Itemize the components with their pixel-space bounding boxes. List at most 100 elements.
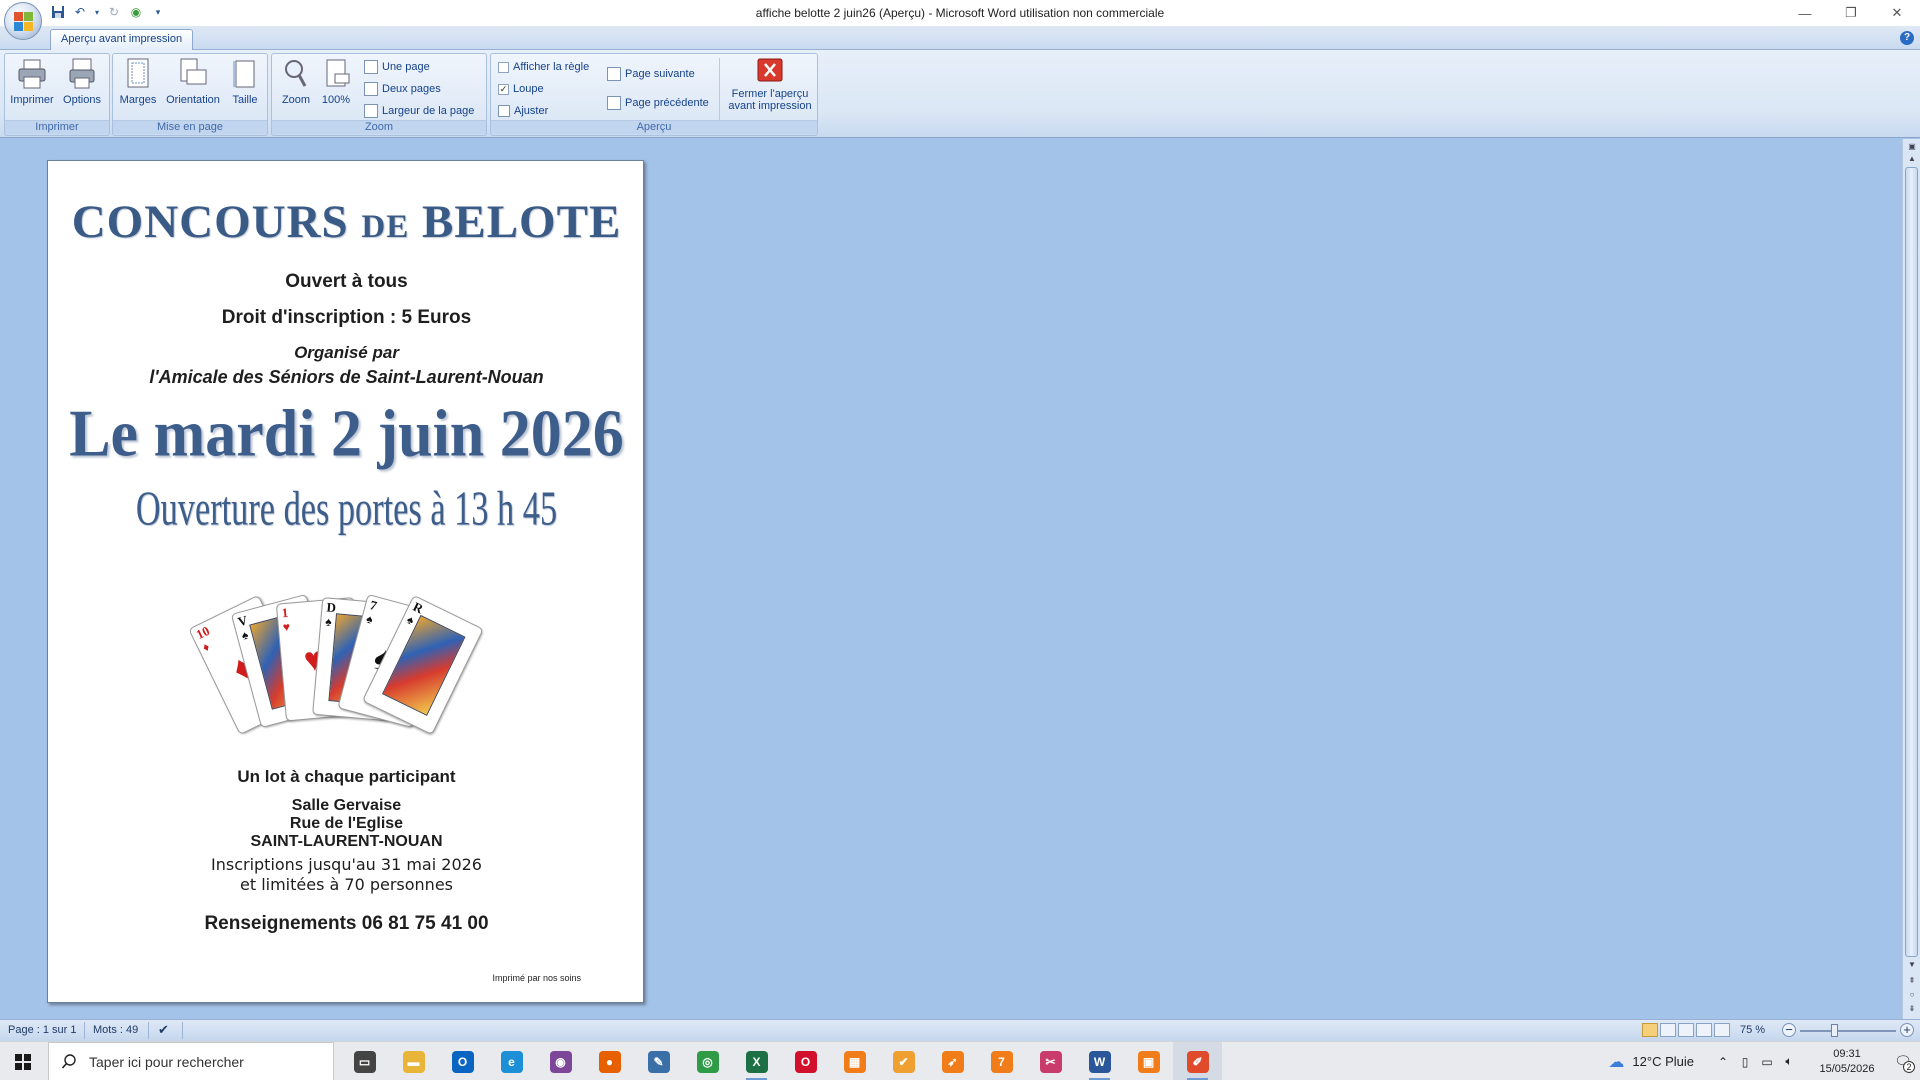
edge-icon: e (500, 1050, 523, 1073)
minimize-button[interactable]: — (1782, 0, 1828, 26)
previous-page-nav-icon[interactable]: ⇞ (1906, 975, 1918, 987)
device-icon[interactable]: ▯ (1736, 1055, 1754, 1069)
group-preview: Afficher la règle ✓ Loupe Ajuster Page s… (490, 53, 818, 136)
app-print-icon: ▣ (1137, 1050, 1160, 1073)
firefox-icon: ● (598, 1050, 621, 1073)
taskbar-app-button[interactable]: ▬ (389, 1042, 438, 1080)
size-button[interactable]: Taille (225, 56, 265, 118)
taskbar-app-button[interactable]: ➶ (928, 1042, 977, 1080)
scroll-up-icon[interactable]: ▲ (1906, 153, 1918, 165)
magnifier-checkbox[interactable]: ✓ Loupe (498, 80, 544, 98)
taskbar-apps: ▭ ▬ Oe ◉ ● ✎ ◎ X O ▦ ✔ ➶ 7 ✂ W ▣ ✐ (340, 1042, 1222, 1080)
zoom-level[interactable]: 75 % (1740, 1024, 1765, 1036)
group-print: Imprimer Options Imprimer (4, 53, 110, 136)
taskbar-app-button[interactable]: ✎ (634, 1042, 683, 1080)
taskbar-app-button[interactable]: e (487, 1042, 536, 1080)
paint-app-icon: ✐ (1186, 1050, 1209, 1073)
orientation-button[interactable]: Orientation (161, 56, 225, 118)
office-button[interactable] (4, 2, 42, 40)
page-count-status[interactable]: Page : 1 sur 1 (8, 1024, 77, 1036)
ribbon-tab-strip: Aperçu avant impression ? (0, 26, 1920, 50)
ruler-toggle-icon[interactable]: ▣ (1906, 141, 1918, 153)
taskbar-app-button[interactable]: O (438, 1042, 487, 1080)
group-zoom-label: Zoom (272, 120, 486, 134)
show-ruler-check-icon (498, 61, 509, 73)
taskbar-app-button[interactable]: ✔ (879, 1042, 928, 1080)
options-button[interactable]: Options (59, 56, 105, 118)
start-button[interactable] (0, 1042, 46, 1080)
one-page-button[interactable]: Une page (364, 58, 430, 76)
network-icon[interactable]: ▭ (1758, 1055, 1776, 1069)
help-icon[interactable]: ? (1900, 31, 1914, 45)
taskbar-app-button[interactable]: ◉ (536, 1042, 585, 1080)
weather-text: 12°C Pluie (1632, 1054, 1694, 1069)
next-page-button[interactable]: Page suivante (607, 65, 695, 83)
status-separator (84, 1022, 85, 1039)
margins-button[interactable]: Marges (116, 56, 160, 118)
taskbar-app-button[interactable]: W (1075, 1042, 1124, 1080)
restore-button[interactable]: ❐ (1828, 0, 1874, 26)
magnifier-icon (281, 58, 311, 90)
zoom-in-icon[interactable]: + (1900, 1023, 1914, 1037)
options-label: Options (63, 94, 101, 106)
print-button[interactable]: Imprimer (9, 56, 55, 118)
zoom-slider-thumb[interactable] (1831, 1024, 1838, 1037)
clock-date: 15/05/2026 (1819, 1062, 1875, 1075)
card-suit-icon: ♥ (282, 619, 291, 635)
taskbar-search[interactable]: Taper ici pour rechercher (48, 1042, 334, 1080)
notification-center-button[interactable]: 🗨︎ 2 (1886, 1053, 1920, 1073)
taskbar-app-button[interactable]: 7 (977, 1042, 1026, 1080)
draft-view-icon[interactable] (1714, 1023, 1730, 1037)
printed-by-text: Imprimé par nos soins (492, 973, 581, 983)
taskbar-app-button[interactable]: O (781, 1042, 830, 1080)
scroll-thumb[interactable] (1905, 167, 1918, 957)
tor-browser-icon: ◉ (549, 1050, 572, 1073)
print-layout-view-icon[interactable] (1642, 1023, 1658, 1037)
page-width-button[interactable]: Largeur de la page (364, 102, 474, 120)
vertical-scrollbar[interactable]: ▣ ▲ ▼ ⇞ ○ ⇟ (1902, 139, 1920, 1019)
search-icon (61, 1053, 76, 1069)
full-screen-reading-view-icon[interactable] (1660, 1023, 1676, 1037)
margins-label: Marges (119, 94, 157, 106)
outline-view-icon[interactable] (1696, 1023, 1712, 1037)
web-layout-view-icon[interactable] (1678, 1023, 1694, 1037)
previous-page-button[interactable]: Page précédente (607, 94, 709, 112)
printer-icon (17, 58, 47, 90)
taskbar-app-button[interactable]: ▭ (340, 1042, 389, 1080)
next-page-nav-icon[interactable]: ⇟ (1906, 1003, 1918, 1015)
zoom-button[interactable]: Zoom (276, 56, 316, 118)
notepad-icon: ✎ (647, 1050, 670, 1073)
opera-icon: O (794, 1050, 817, 1073)
show-hidden-icons-icon[interactable]: ⌃ (1714, 1055, 1732, 1069)
taskbar-app-button[interactable]: ● (585, 1042, 634, 1080)
page-width-label: Largeur de la page (382, 105, 475, 117)
taskbar-app-button[interactable]: ▦ (830, 1042, 879, 1080)
excel-icon: X (745, 1050, 768, 1073)
weather-widget[interactable]: ☁ 12°C Pluie (1608, 1052, 1694, 1072)
fit-icon (498, 105, 510, 117)
registration-limit-text: et limitées à 70 personnes (239, 875, 453, 894)
browse-object-icon[interactable]: ○ (1906, 989, 1918, 1001)
taskbar-app-button[interactable]: X (732, 1042, 781, 1080)
close-window-button[interactable]: ✕ (1874, 0, 1920, 26)
tab-print-preview[interactable]: Aperçu avant impression (50, 29, 194, 50)
size-label: Taille (232, 94, 258, 106)
zoom-out-icon[interactable]: − (1782, 1023, 1796, 1037)
taskbar-app-button[interactable]: ✂ (1026, 1042, 1075, 1080)
word-icon: W (1088, 1050, 1111, 1073)
proofing-icon[interactable]: ✔ (158, 1022, 169, 1038)
zoom-100-button[interactable]: 100% (318, 56, 354, 118)
word-count-status[interactable]: Mots : 49 (93, 1024, 138, 1036)
two-pages-button[interactable]: Deux pages (364, 80, 441, 98)
taskbar-app-button[interactable]: ◎ (683, 1042, 732, 1080)
fit-button[interactable]: Ajuster (498, 102, 548, 120)
taskbar-app-button[interactable]: ▣ (1124, 1042, 1173, 1080)
zoom-slider-track[interactable] (1800, 1030, 1896, 1032)
speaker-muted-icon[interactable]: 🔈︎ (1780, 1054, 1798, 1069)
taskbar-app-button[interactable]: ✐ (1173, 1042, 1222, 1080)
group-divider (719, 58, 720, 120)
close-preview-button[interactable]: Fermer l'aperçu avant impression (723, 56, 817, 118)
clock[interactable]: 09:31 15/05/2026 (1808, 1047, 1886, 1077)
scroll-down-icon[interactable]: ▼ (1906, 959, 1918, 971)
show-ruler-checkbox[interactable]: Afficher la règle (498, 58, 589, 76)
